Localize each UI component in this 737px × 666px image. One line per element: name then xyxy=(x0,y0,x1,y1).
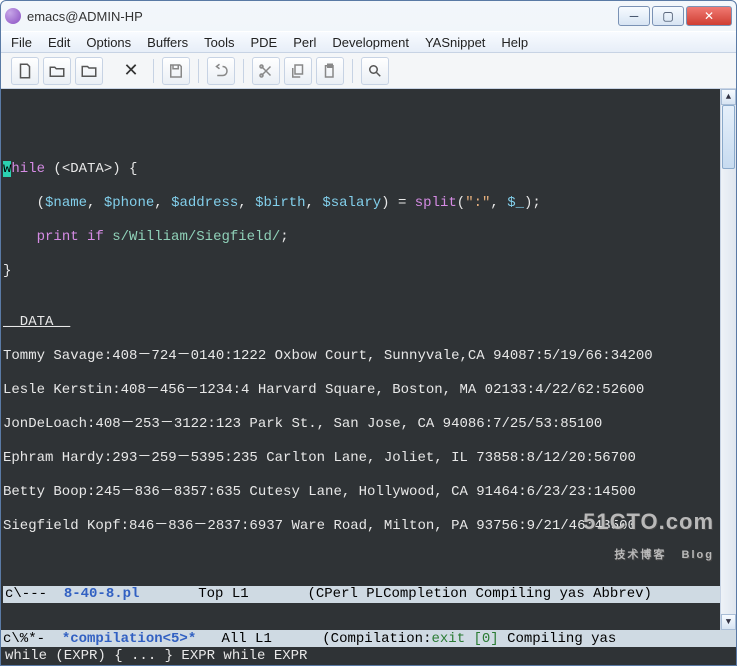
kill-buffer-button[interactable]: ✕ xyxy=(117,57,145,85)
menu-options[interactable]: Options xyxy=(86,35,131,50)
menu-file[interactable]: File xyxy=(11,35,32,50)
modeline-exit-status: exit [0] xyxy=(431,631,498,647)
watermark-sub: 技术博客 Blog xyxy=(540,547,714,564)
new-file-button[interactable] xyxy=(11,57,39,85)
copy-button[interactable] xyxy=(284,57,312,85)
open-button[interactable] xyxy=(43,57,71,85)
scroll-track[interactable] xyxy=(721,105,736,614)
data-line[interactable]: Lesle Kerstin:408－456－1234:4 Harvard Squ… xyxy=(3,382,736,399)
toolbar-separator xyxy=(352,59,353,83)
echo-text: while (EXPR) { ... } EXPR while EXPR xyxy=(5,648,307,664)
menu-development[interactable]: Development xyxy=(332,35,409,50)
data-line[interactable]: JonDeLoach:408－253－3122:123 Park St., Sa… xyxy=(3,416,736,433)
modeline-status: c\%*- xyxy=(3,631,62,647)
search-icon xyxy=(366,62,384,80)
data-marker[interactable]: __DATA__ xyxy=(3,314,736,331)
clipboard-icon xyxy=(321,62,339,80)
window-title: emacs@ADMIN-HP xyxy=(27,9,618,24)
modeline-position: All L1 xyxy=(196,631,322,647)
window-controls: ─ ▢ ✕ xyxy=(618,6,732,26)
code-line[interactable]: ($name, $phone, $address, $birth, $salar… xyxy=(3,195,736,212)
modeline-buffer-name: *compilation<5>* xyxy=(62,631,196,647)
menu-pde[interactable]: PDE xyxy=(250,35,277,50)
menu-bar: File Edit Options Buffers Tools PDE Perl… xyxy=(1,31,736,53)
modeline-source[interactable]: c\--- 8-40-8.pl Top L1 (CPerl PLCompleti… xyxy=(3,586,736,603)
emacs-app-icon xyxy=(5,8,21,24)
save-button[interactable] xyxy=(162,57,190,85)
toolbar-separator xyxy=(198,59,199,83)
toolbar-separator xyxy=(243,59,244,83)
code-line[interactable]: } xyxy=(3,263,736,280)
emacs-window: emacs@ADMIN-HP ─ ▢ ✕ File Edit Options B… xyxy=(0,0,737,666)
data-line[interactable]: Siegfield Kopf:846－836－2837:6937 Ware Ro… xyxy=(3,518,736,535)
menu-help[interactable]: Help xyxy=(501,35,528,50)
close-button[interactable]: ✕ xyxy=(686,6,732,26)
menu-buffers[interactable]: Buffers xyxy=(147,35,188,50)
toolbar: ✕ xyxy=(1,53,736,89)
scrollbar[interactable]: ▲ ▼ xyxy=(720,89,736,630)
maximize-button[interactable]: ▢ xyxy=(652,6,684,26)
titlebar[interactable]: emacs@ADMIN-HP ─ ▢ ✕ xyxy=(1,1,736,31)
modeline-status: c\--- xyxy=(5,586,64,603)
menu-edit[interactable]: Edit xyxy=(48,35,70,50)
modeline-filename: 8-40-8.pl xyxy=(64,586,140,603)
menu-perl[interactable]: Perl xyxy=(293,35,316,50)
modeline-mode: (Compilation: xyxy=(322,631,431,647)
folder-open-icon xyxy=(48,62,66,80)
scissors-icon xyxy=(257,62,275,80)
code-line[interactable]: print if s/William/Siegfield/; xyxy=(3,229,736,246)
menu-tools[interactable]: Tools xyxy=(204,35,234,50)
undo-button[interactable] xyxy=(207,57,235,85)
editor-area[interactable]: ▲ ▼ while (<DATA>) { ($name, $phone, $ad… xyxy=(1,89,736,630)
toolbar-separator xyxy=(153,59,154,83)
scroll-up-button[interactable]: ▲ xyxy=(721,89,736,105)
watermark: 51CTO.com 技术博客 Blog xyxy=(540,496,714,598)
modeline-modes: (CPerl PLCompletion Compiling yas Abbrev… xyxy=(307,586,651,603)
modeline-compilation[interactable]: c\%*- *compilation<5>* All L1 (Compilati… xyxy=(1,630,736,647)
x-icon: ✕ xyxy=(123,60,138,81)
data-line[interactable]: Ephram Hardy:293－259－5395:235 Carlton La… xyxy=(3,450,736,467)
dired-button[interactable] xyxy=(75,57,103,85)
scroll-thumb[interactable] xyxy=(722,105,735,169)
menu-yasnippet[interactable]: YASnippet xyxy=(425,35,485,50)
folder-icon xyxy=(80,62,98,80)
copy-icon xyxy=(289,62,307,80)
modeline-position: Top L1 xyxy=(139,586,307,603)
cut-button[interactable] xyxy=(252,57,280,85)
minimize-button[interactable]: ─ xyxy=(618,6,650,26)
save-icon xyxy=(167,62,185,80)
paste-button[interactable] xyxy=(316,57,344,85)
data-line[interactable]: Tommy Savage:408－724－0140:1222 Oxbow Cou… xyxy=(3,348,736,365)
undo-icon xyxy=(212,62,230,80)
scroll-down-button[interactable]: ▼ xyxy=(721,614,736,630)
modeline-tail: Compiling yas xyxy=(499,631,617,647)
search-button[interactable] xyxy=(361,57,389,85)
code-line[interactable]: while (<DATA>) { xyxy=(3,161,736,178)
echo-area[interactable]: while (EXPR) { ... } EXPR while EXPR xyxy=(1,647,736,665)
file-icon xyxy=(16,62,34,80)
data-line[interactable]: Betty Boop:245－836－8357:635 Cutesy Lane,… xyxy=(3,484,736,501)
